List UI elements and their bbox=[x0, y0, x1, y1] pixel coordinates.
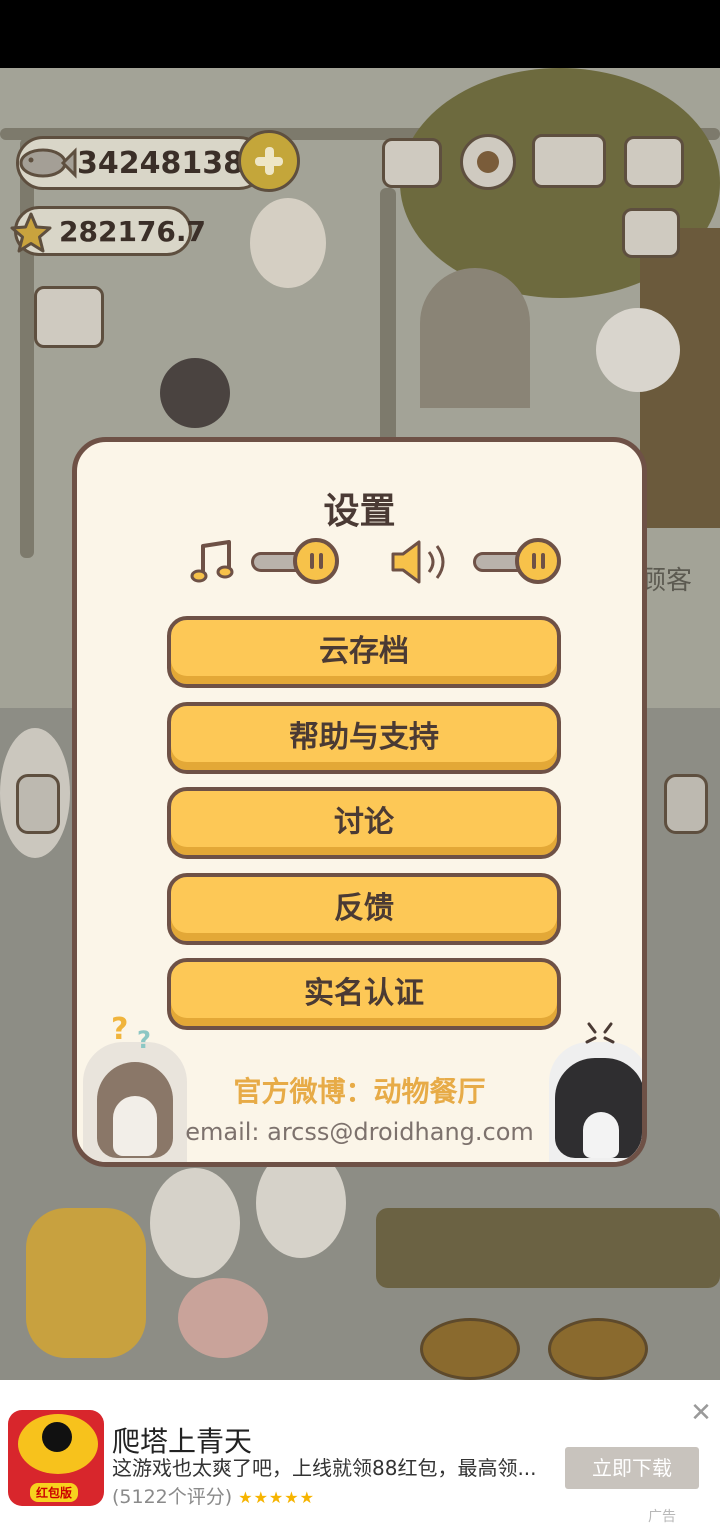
cat-character bbox=[160, 358, 230, 428]
anger-mark-icon bbox=[585, 1022, 615, 1044]
fish-currency: 342481389 bbox=[16, 136, 266, 190]
ad-rating-count: (5122个评分) bbox=[112, 1486, 233, 1508]
star-icon bbox=[10, 212, 52, 253]
download-button[interactable]: 立即下载 bbox=[565, 1447, 699, 1489]
ad-description: 这游戏也太爽了吧，上线就领88红包，最高领... bbox=[112, 1456, 537, 1480]
real-name-verification-button[interactable]: 实名认证 bbox=[167, 958, 561, 1030]
ad-icon-badge: 红包版 bbox=[30, 1483, 79, 1502]
ad-icon-figure bbox=[42, 1422, 72, 1452]
help-support-button[interactable]: 帮助与支持 bbox=[167, 702, 561, 774]
gear-icon[interactable] bbox=[460, 134, 516, 190]
question-mark-deco: ? bbox=[137, 1026, 151, 1054]
wooden-counter bbox=[376, 1208, 720, 1288]
stool bbox=[420, 1318, 520, 1380]
camera-icon[interactable] bbox=[624, 136, 684, 188]
sheep-character bbox=[150, 1168, 240, 1278]
sound-toggle[interactable] bbox=[473, 538, 563, 584]
cat-character bbox=[596, 308, 680, 392]
shop-icon[interactable] bbox=[34, 286, 104, 348]
feedback-button[interactable]: 反馈 bbox=[167, 873, 561, 945]
question-mark-deco: ? bbox=[111, 1012, 129, 1047]
ad-app-icon[interactable]: 红包版 bbox=[8, 1410, 104, 1506]
cloud-save-button[interactable]: 云存档 bbox=[167, 616, 561, 688]
ad-rating: (5122个评分) ★★★★★ bbox=[112, 1482, 315, 1509]
ad-label: 广告 bbox=[648, 1509, 676, 1525]
fish-icon bbox=[19, 147, 77, 179]
add-currency-button[interactable] bbox=[238, 130, 300, 192]
fish-count: 342481389 bbox=[77, 145, 265, 181]
toggle-knob bbox=[293, 538, 339, 584]
lucky-cat-statue bbox=[250, 198, 326, 288]
status-bar bbox=[0, 0, 720, 68]
stool bbox=[548, 1318, 648, 1380]
star-count: 282176.7 bbox=[59, 214, 207, 248]
customer-label: 顾客 bbox=[640, 566, 693, 596]
music-toggle[interactable] bbox=[251, 538, 341, 584]
star-rating-icon: ★★★★★ bbox=[238, 1488, 315, 1507]
toggle-knob bbox=[515, 538, 561, 584]
settings-title: 设置 bbox=[323, 491, 396, 532]
star-currency: 282176.7 bbox=[10, 206, 206, 256]
music-note-icon bbox=[190, 540, 234, 583]
pig-character bbox=[178, 1278, 268, 1358]
scroll-left-arrow[interactable] bbox=[16, 774, 60, 834]
leaderboard-icon[interactable] bbox=[382, 138, 442, 188]
speaker-icon bbox=[391, 540, 445, 584]
contact-email[interactable]: email: arcss@droidhang.com bbox=[77, 1118, 642, 1146]
discussion-button[interactable]: 讨论 bbox=[167, 787, 561, 859]
pineapple-juicer bbox=[26, 1208, 146, 1358]
ad-banner[interactable]: 红包版 爬塔上青天 这游戏也太爽了吧，上线就领88红包，最高领... (5122… bbox=[0, 1380, 720, 1540]
id-card-icon[interactable] bbox=[622, 208, 680, 258]
pillar bbox=[20, 138, 34, 558]
doorway bbox=[420, 268, 530, 408]
book-icon[interactable] bbox=[532, 134, 606, 188]
scroll-right-arrow[interactable] bbox=[664, 774, 708, 834]
official-weibo: 官方微博：动物餐厅 bbox=[233, 1075, 486, 1108]
close-icon[interactable]: ✕ bbox=[688, 1400, 714, 1426]
settings-modal: 设置 云存档 帮助与支持 讨论 反馈 实名认证 ? ? 官方微博：动物餐厅 em… bbox=[72, 437, 647, 1167]
